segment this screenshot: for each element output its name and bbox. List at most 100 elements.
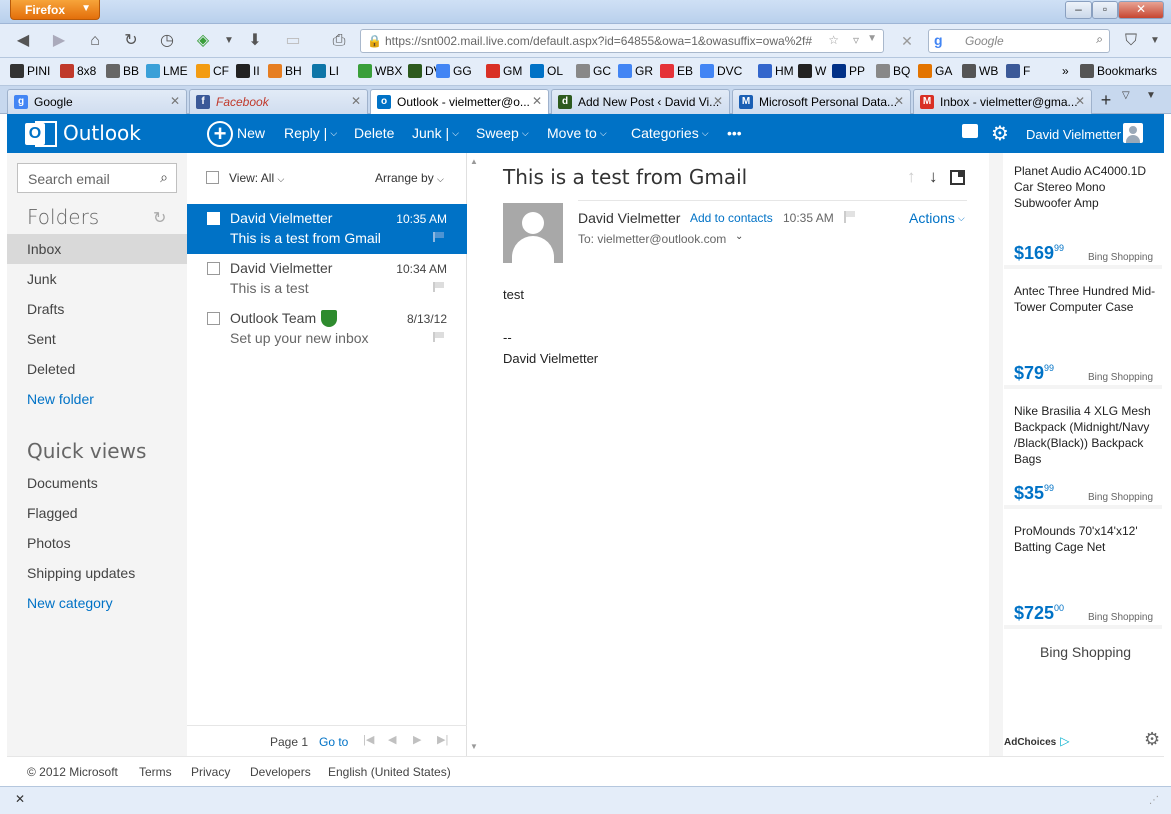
sweep-button[interactable]: Sweep ⌵ xyxy=(476,125,529,141)
bookmark-star-icon[interactable]: ☆ xyxy=(828,33,839,47)
footer-link-language[interactable]: English (United States) xyxy=(328,765,451,779)
page-scrollbar[interactable] xyxy=(1163,153,1171,756)
google-engine-icon[interactable]: g xyxy=(934,32,943,48)
refresh-icon[interactable]: ↻ xyxy=(153,208,166,228)
messaging-icon[interactable] xyxy=(962,124,978,138)
footer-link-terms[interactable]: Terms xyxy=(139,765,172,779)
avatar[interactable] xyxy=(1123,123,1143,143)
bookmark-item[interactable]: DVC xyxy=(700,64,742,78)
previous-page-icon[interactable]: ◀ xyxy=(388,733,396,746)
quick-view-photos[interactable]: Photos xyxy=(7,528,187,558)
maximize-button[interactable]: ▫ xyxy=(1092,1,1118,19)
flag-icon[interactable] xyxy=(433,282,444,292)
browser-tab[interactable]: M Inbox - vielmetter@gma... ✕ xyxy=(913,89,1092,114)
close-tab-icon[interactable]: ✕ xyxy=(170,94,180,108)
bookmark-item[interactable]: GC xyxy=(576,64,611,78)
toolbar-overflow-icon[interactable]: ▼ xyxy=(1144,30,1166,52)
view-filter[interactable]: View: All ⌵ xyxy=(206,171,284,185)
message-checkbox[interactable] xyxy=(207,262,220,275)
gear-icon[interactable]: ⚙ xyxy=(991,121,1009,146)
popout-icon[interactable] xyxy=(950,170,965,185)
home-icon[interactable]: ⌂ xyxy=(84,30,106,52)
bookmark-item[interactable]: II xyxy=(236,64,260,78)
search-icon[interactable]: ⌕ xyxy=(1096,32,1103,47)
url-bar[interactable]: 🔒 https://snt002.mail.live.com/default.a… xyxy=(360,29,884,53)
more-commands-button[interactable]: ••• xyxy=(727,125,742,141)
add-to-contacts-link[interactable]: Add to contacts xyxy=(690,211,773,225)
message-row[interactable]: David Vielmetter This is a test from Gma… xyxy=(187,204,467,254)
ad-item[interactable]: Planet Audio AC4000.1D Car Stereo Mono S… xyxy=(1004,153,1162,269)
close-tab-icon[interactable]: ✕ xyxy=(351,94,361,108)
new-category-link[interactable]: New category xyxy=(7,588,187,618)
minimize-button[interactable]: – xyxy=(1065,1,1092,19)
download-icon[interactable]: ⬇ xyxy=(244,30,266,52)
firefox-menu-button[interactable]: Firefox ▼ xyxy=(10,0,100,20)
close-window-button[interactable]: ✕ xyxy=(1118,1,1164,19)
bing-shopping-link[interactable]: Bing Shopping xyxy=(1040,644,1131,660)
browser-tab[interactable]: g Google ✕ xyxy=(7,89,187,114)
bookmark-item[interactable]: PP xyxy=(832,64,865,78)
list-all-tabs-icon[interactable]: ▽ xyxy=(1122,90,1136,101)
print-icon[interactable]: ⎙ xyxy=(328,30,350,52)
sender-name[interactable]: David Vielmetter xyxy=(578,210,680,226)
ad-item[interactable]: Nike Brasilia 4 XLG Mesh Backpack (Midni… xyxy=(1004,393,1162,509)
addon-dropdown-icon[interactable]: ▼ xyxy=(218,30,240,52)
bookmark-item[interactable]: LME xyxy=(146,64,188,78)
footer-link-privacy[interactable]: Privacy xyxy=(191,765,230,779)
bookmark-item[interactable]: WB xyxy=(962,64,998,78)
junk-button[interactable]: Junk | ⌵ xyxy=(412,125,459,141)
bookmark-item[interactable]: GA xyxy=(918,64,952,78)
bookmark-item[interactable]: CF xyxy=(196,64,229,78)
bookmark-item[interactable]: OL xyxy=(530,64,563,78)
footer-link-developers[interactable]: Developers xyxy=(250,765,311,779)
reply-button[interactable]: Reply | ⌵ xyxy=(284,125,337,141)
bookmarks-overflow-button[interactable]: » xyxy=(1062,64,1069,78)
flag-icon[interactable] xyxy=(844,211,855,223)
pocket-icon[interactable]: ⛉ xyxy=(1120,30,1142,52)
message-row[interactable]: David Vielmetter This is a test 10:34 AM xyxy=(187,254,467,304)
ad-item[interactable]: Antec Three Hundred Mid-Tower Computer C… xyxy=(1004,273,1162,389)
next-page-icon[interactable]: ▶ xyxy=(413,733,421,746)
browser-tab[interactable]: M Microsoft Personal Data... ✕ xyxy=(732,89,911,114)
new-tab-button[interactable]: + xyxy=(1094,89,1118,111)
resize-grip-icon[interactable]: ⋰ xyxy=(1149,795,1161,807)
quick-view-shipping-updates[interactable]: Shipping updates xyxy=(7,558,187,588)
new-folder-link[interactable]: New folder xyxy=(7,384,187,414)
close-tab-icon[interactable]: ✕ xyxy=(713,94,723,108)
bookmark-item[interactable]: GR xyxy=(618,64,653,78)
quick-view-documents[interactable]: Documents xyxy=(7,468,187,498)
browser-tab[interactable]: o Outlook - vielmetter@o... ✕ xyxy=(370,89,549,115)
close-icon[interactable]: ✕ xyxy=(15,792,25,806)
expand-recipients-icon[interactable]: ⌄ xyxy=(735,231,743,242)
arrange-by-button[interactable]: Arrange by ⌵ xyxy=(375,171,444,185)
bookmark-item[interactable]: BQ xyxy=(876,64,910,78)
close-tab-icon[interactable]: ✕ xyxy=(1075,94,1085,108)
new-button[interactable]: New xyxy=(237,125,265,141)
bookmark-item[interactable]: PINI xyxy=(10,64,50,78)
ad-item[interactable]: ProMounds 70'x14'x12' Batting Cage Net $… xyxy=(1004,513,1162,629)
flag-icon[interactable] xyxy=(433,232,444,242)
go-to-link[interactable]: Go to xyxy=(319,735,348,749)
bookmark-item[interactable]: BH xyxy=(268,64,302,78)
first-page-icon[interactable]: |◀ xyxy=(363,733,374,746)
actions-button[interactable]: Actions ⌵ xyxy=(909,210,965,226)
folder-inbox[interactable]: Inbox xyxy=(7,234,187,264)
web-search-box[interactable]: g Google ⌕ xyxy=(928,29,1110,53)
scroll-up-icon[interactable]: ▲ xyxy=(470,157,478,166)
url-history-dropdown-icon[interactable]: ▼ xyxy=(867,33,877,44)
bookmark-item[interactable]: HM xyxy=(758,64,794,78)
message-checkbox[interactable] xyxy=(207,312,220,325)
adchoices-link[interactable]: AdChoices ▷ xyxy=(1004,734,1069,748)
select-all-checkbox[interactable] xyxy=(206,171,219,184)
back-icon[interactable]: ◀ xyxy=(12,30,34,52)
bookmarks-menu-button[interactable]: Bookmarks xyxy=(1080,64,1157,78)
folder-sent[interactable]: Sent xyxy=(7,324,187,354)
bookmark-item[interactable]: LI xyxy=(312,64,339,78)
tab-groups-icon[interactable]: ▼ xyxy=(1146,90,1160,101)
user-name[interactable]: David Vielmetter xyxy=(1026,127,1121,142)
folder-deleted[interactable]: Deleted xyxy=(7,354,187,384)
search-input[interactable]: Search email ⌕ xyxy=(17,163,177,193)
browser-tab[interactable]: d Add New Post ‹ David Vi... ✕ xyxy=(551,89,730,114)
bookmark-item[interactable]: GG xyxy=(436,64,472,78)
reload-icon[interactable]: ↻ xyxy=(120,30,142,52)
